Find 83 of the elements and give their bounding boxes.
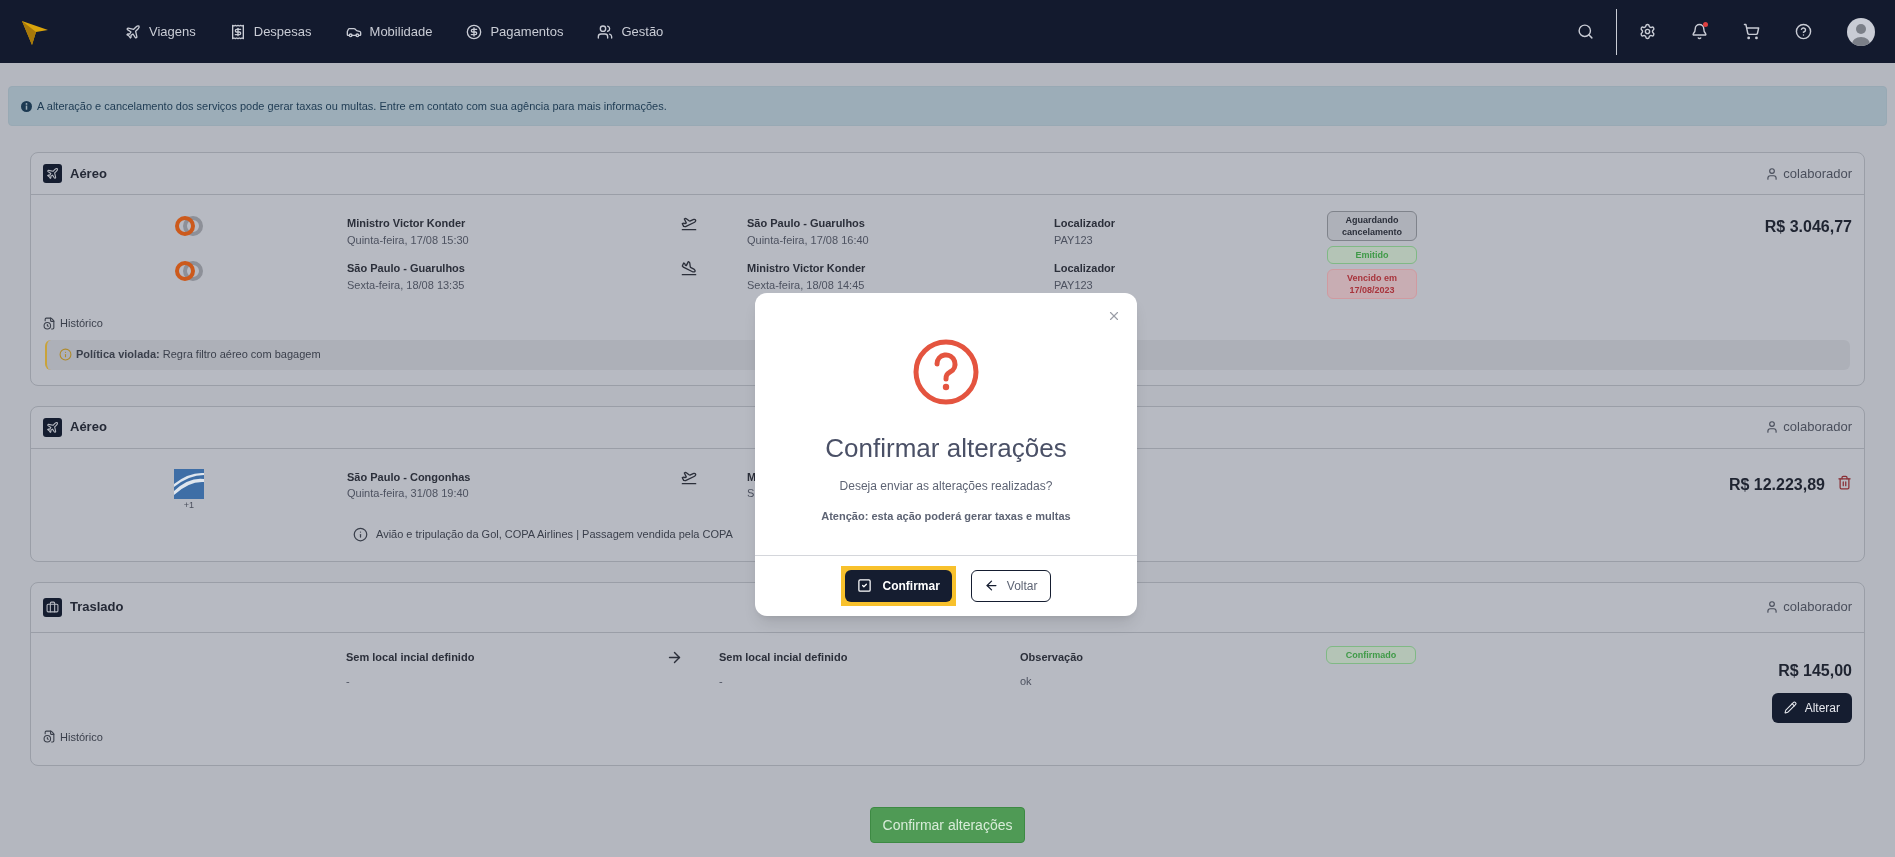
observation-value: ok — [1020, 674, 1033, 689]
nav-item[interactable]: Viagens — [125, 21, 196, 42]
destination-name: São Paulo - Guarulhos — [747, 216, 865, 231]
card-title: Traslado — [70, 598, 124, 617]
close-icon[interactable] — [1107, 309, 1121, 323]
dialog-title: Confirmar alterações — [825, 432, 1067, 465]
help-icon[interactable] — [1795, 23, 1812, 40]
origin-name: Ministro Victor Konder — [347, 216, 466, 231]
plane-icon — [43, 164, 62, 183]
status-badge: Aguardando cancelamento — [1327, 211, 1417, 241]
people-icon — [597, 23, 614, 40]
status-badge: Emitido — [1327, 246, 1417, 264]
traveler-label: colaborador — [1783, 598, 1852, 617]
checkbox-icon — [857, 578, 873, 593]
locator-code: PAY123 — [1054, 277, 1093, 293]
settings-icon[interactable] — [1639, 23, 1656, 40]
alert-text: A alteração e cancelamento dos serviços pode gerar taxas ou multas. Entre em contato com sua agência para mais informações. — [37, 98, 667, 114]
origin-name: São Paulo - Guarulhos — [347, 261, 465, 276]
card-title: Aéreo — [70, 418, 107, 437]
nav-item[interactable]: Mobilidade — [345, 21, 433, 42]
cart-icon[interactable] — [1743, 23, 1760, 40]
price: R$ 3.046,77 — [1764, 217, 1852, 237]
airline-logo-icon — [174, 260, 204, 282]
confirm-button[interactable]: Confirmar — [845, 569, 952, 602]
plane-icon — [43, 417, 62, 437]
airline-note: Avião e tripulação da Gol, COPA Airlines | Passagem vendida pela COPA — [376, 527, 733, 542]
origin-date: Quinta-feira, 31/08 19:40 — [347, 486, 469, 501]
receipt-icon — [229, 23, 246, 40]
origin-date: Quinta-feira, 17/08 15:30 — [347, 232, 469, 248]
destination-name: Ministro Victor Konder — [747, 261, 866, 276]
destination-date: Sexta-feira, 18/08 14:45 — [747, 277, 865, 293]
history-icon — [43, 730, 56, 744]
traveler-label: colaborador — [1783, 418, 1852, 437]
edit-button[interactable]: Alterar — [1771, 692, 1852, 723]
user-icon — [1765, 600, 1780, 614]
info-icon — [21, 100, 32, 112]
money-icon — [466, 23, 483, 40]
briefcase-icon — [43, 597, 62, 617]
landing-icon — [681, 260, 697, 276]
info-icon — [353, 526, 368, 542]
price: R$ 145,00 — [1778, 660, 1852, 681]
locator-label: Localizador — [1054, 261, 1116, 276]
status-badge: Vencido em 17/08/2023 — [1327, 269, 1417, 299]
locator-code: PAY123 — [1054, 232, 1093, 248]
destination-detail: - — [719, 674, 724, 689]
nav-item[interactable]: Pagamentos — [466, 21, 564, 42]
extra-count: +1 — [183, 498, 195, 512]
bell-icon[interactable] — [1691, 23, 1708, 40]
history-link[interactable]: Histórico — [60, 315, 103, 332]
dialog-warning: Atenção: esta ação poderá gerar taxas e multas — [821, 509, 1071, 524]
back-button[interactable]: Voltar — [970, 569, 1051, 602]
pencil-icon — [1783, 701, 1797, 714]
origin-name: Sem local incial definido — [346, 649, 476, 665]
dialog-message: Deseja enviar as alterações realizadas? — [839, 478, 1053, 495]
observation-label: Observação — [1020, 649, 1084, 665]
status-badge: Confirmado — [1326, 645, 1416, 664]
origin-name: São Paulo - Congonhas — [347, 469, 471, 485]
destination-name: M — [747, 469, 757, 485]
origin-detail: - — [346, 674, 351, 689]
history-link[interactable]: Histórico — [60, 728, 103, 745]
nav-item[interactable]: Gestão — [597, 21, 664, 42]
nav-item[interactable]: Despesas — [229, 21, 312, 42]
avatar-icon[interactable] — [1847, 17, 1875, 46]
destination-date: Quinta-feira, 17/08 16:40 — [747, 232, 869, 248]
price: R$ 12.223,89 — [1728, 474, 1825, 495]
user-icon — [1765, 166, 1780, 181]
card-title: Aéreo — [70, 164, 107, 183]
delete-icon[interactable] — [1837, 474, 1852, 490]
takeoff-icon — [681, 215, 697, 231]
airline-logo-icon — [174, 468, 204, 499]
destination-date: S — [747, 486, 755, 501]
traveler-label: colaborador — [1783, 164, 1852, 183]
destination-name: Sem local incial definido — [719, 649, 849, 665]
locator-label: Localizador — [1054, 216, 1116, 231]
warning-icon — [59, 348, 72, 361]
user-icon — [1765, 420, 1780, 434]
history-icon — [43, 316, 56, 330]
policy-text: Política violada: Regra filtro aéreo com bagagem — [76, 347, 321, 363]
plane-icon — [125, 23, 141, 40]
origin-date: Sexta-feira, 18/08 13:35 — [347, 277, 465, 293]
question-icon — [913, 339, 979, 405]
airline-logo-icon — [174, 215, 204, 237]
search-icon[interactable] — [1577, 23, 1594, 40]
